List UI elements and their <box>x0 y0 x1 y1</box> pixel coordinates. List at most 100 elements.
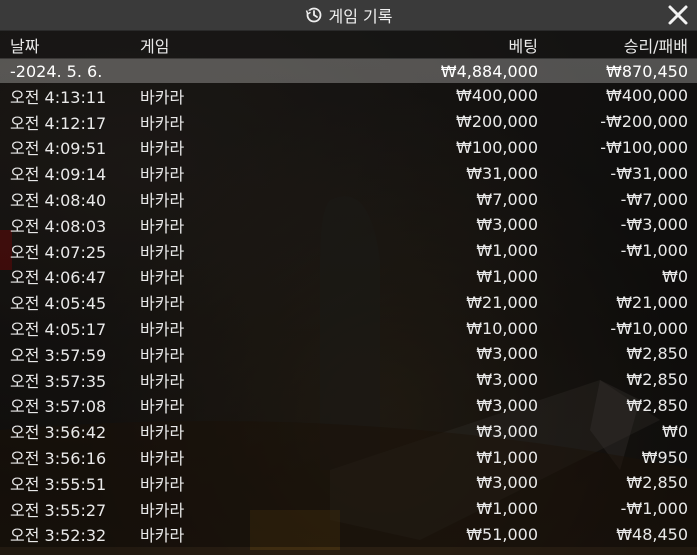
row-bet: ₩1,000 <box>476 499 538 519</box>
table-row[interactable]: 오전 4:07:25 바카라 ₩1,000 -₩1,000 <box>0 237 697 264</box>
row-result: -₩1,000 <box>620 499 688 519</box>
table-header: 날짜 게임 베팅 승리/패배 <box>0 31 697 59</box>
table-row[interactable]: 오전 3:56:16 바카라 ₩1,000 ₩950 <box>0 444 697 470</box>
row-result: ₩2,850 <box>626 473 688 493</box>
row-result: -₩1,000 <box>620 241 688 261</box>
row-game: 바카라 <box>140 371 185 391</box>
row-game: 바카라 <box>140 423 185 443</box>
table-row[interactable]: 오전 3:55:51 바카라 ₩3,000 ₩2,850 <box>0 469 697 496</box>
row-bet: ₩31,000 <box>466 163 538 183</box>
row-bet: ₩10,000 <box>466 318 538 338</box>
row-bet: ₩1,000 <box>476 447 538 467</box>
row-result: -₩100,000 <box>600 137 688 157</box>
row-time: 오전 4:09:51 <box>10 139 107 159</box>
row-game: 바카라 <box>140 191 185 211</box>
row-result: ₩2,850 <box>626 344 688 364</box>
title-group: 게임 기록 <box>305 3 393 27</box>
row-result: ₩2,850 <box>626 370 688 390</box>
column-header-bet[interactable]: 베팅 <box>280 33 538 57</box>
row-time: 오전 4:06:47 <box>10 268 107 288</box>
row-result: -₩10,000 <box>610 318 688 338</box>
table-row[interactable]: 오전 4:06:47 바카라 ₩1,000 ₩0 <box>0 263 697 290</box>
table-row[interactable]: 오전 3:57:59 바카라 ₩3,000 ₩2,850 <box>0 340 697 367</box>
row-time: 오전 4:13:11 <box>10 87 107 107</box>
column-header-result[interactable]: 승리/패배 <box>538 33 688 57</box>
row-bet: ₩400,000 <box>456 86 538 106</box>
row-bet: ₩7,000 <box>476 189 538 209</box>
table-row[interactable]: 오전 4:05:17 바카라 ₩10,000 -₩10,000 <box>0 315 697 341</box>
table-row[interactable]: 오전 3:57:08 바카라 ₩3,000 ₩2,850 <box>0 392 697 419</box>
table-row[interactable]: 오전 3:57:35 바카라 ₩3,000 ₩2,850 <box>0 366 697 393</box>
row-result: ₩950 <box>641 447 688 467</box>
table-row[interactable]: 오전 4:13:11 바카라 ₩400,000 ₩400,000 <box>0 83 697 109</box>
table-row[interactable]: 오전 4:12:17 바카라 ₩200,000 -₩200,000 <box>0 108 697 135</box>
date-group-label: -2024. 5. 6. <box>10 61 103 81</box>
row-result: ₩21,000 <box>616 292 688 312</box>
table-row[interactable]: 오전 4:08:03 바카라 ₩3,000 -₩3,000 <box>0 211 697 238</box>
row-game: 바카라 <box>140 216 185 236</box>
row-time: 오전 4:05:45 <box>10 294 107 314</box>
table-row[interactable]: 오전 3:56:42 바카라 ₩3,000 ₩0 <box>0 418 697 445</box>
row-time: 오전 4:09:14 <box>10 165 107 185</box>
row-time: 오전 3:57:08 <box>10 397 107 417</box>
row-time: 오전 3:55:51 <box>10 474 107 494</box>
row-game: 바카라 <box>140 294 185 314</box>
row-game: 바카라 <box>140 139 185 159</box>
row-time: 오전 4:12:17 <box>10 113 107 133</box>
row-result: ₩400,000 <box>606 86 688 106</box>
title-bar: 게임 기록 <box>0 0 697 31</box>
column-header-date[interactable]: 날짜 <box>0 33 140 57</box>
row-time: 오전 4:05:17 <box>10 320 107 340</box>
row-game: 바카라 <box>140 320 185 340</box>
row-result: -₩31,000 <box>610 163 688 183</box>
row-bet: ₩3,000 <box>476 215 538 235</box>
row-bet: ₩100,000 <box>456 137 538 157</box>
row-game: 바카라 <box>140 268 185 288</box>
date-group-row[interactable]: -2024. 5. 6. ₩4,884,000 ₩870,450 <box>0 59 697 83</box>
row-bet: ₩21,000 <box>466 292 538 312</box>
table-row[interactable]: 오전 4:09:14 바카라 ₩31,000 -₩31,000 <box>0 160 697 187</box>
history-rows: 오전 4:13:11 바카라 ₩400,000 ₩400,000 오전 4:12:17 바… <box>0 83 697 548</box>
row-bet: ₩3,000 <box>476 473 538 493</box>
date-group-bet-total: ₩4,884,000 <box>440 61 538 81</box>
row-result: ₩48,450 <box>616 524 688 544</box>
row-result: -₩3,000 <box>620 215 688 235</box>
table-row[interactable]: 오전 3:55:27 바카라 ₩1,000 -₩1,000 <box>0 495 697 522</box>
row-bet: ₩51,000 <box>466 524 538 544</box>
row-time: 오전 3:56:42 <box>10 423 107 443</box>
row-game: 바카라 <box>140 113 185 133</box>
row-bet: ₩1,000 <box>476 241 538 261</box>
row-game: 바카라 <box>140 87 185 107</box>
row-game: 바카라 <box>140 165 185 185</box>
row-time: 오전 4:07:25 <box>10 242 107 262</box>
row-result: -₩200,000 <box>600 112 688 132</box>
row-time: 오전 4:08:03 <box>10 216 107 236</box>
row-game: 바카라 <box>140 474 185 494</box>
row-game: 바카라 <box>140 500 185 520</box>
row-game: 바카라 <box>140 345 185 365</box>
window-title: 게임 기록 <box>328 7 393 26</box>
row-bet: ₩3,000 <box>476 421 538 441</box>
row-bet: ₩3,000 <box>476 395 538 415</box>
close-icon <box>668 5 688 25</box>
row-game: 바카라 <box>140 397 185 417</box>
row-result: ₩0 <box>662 266 688 286</box>
table-row[interactable]: 오전 4:09:51 바카라 ₩100,000 -₩100,000 <box>0 134 697 161</box>
row-game: 바카라 <box>140 526 185 546</box>
close-button[interactable] <box>667 4 689 26</box>
table-row[interactable]: 오전 4:08:40 바카라 ₩7,000 -₩7,000 <box>0 186 697 212</box>
table-row[interactable]: 오전 4:05:45 바카라 ₩21,000 ₩21,000 <box>0 289 697 316</box>
row-game: 바카라 <box>140 449 185 469</box>
row-bet: ₩1,000 <box>476 266 538 286</box>
row-bet: ₩3,000 <box>476 370 538 390</box>
row-time: 오전 4:08:40 <box>10 191 107 211</box>
row-game: 바카라 <box>140 242 185 262</box>
row-time: 오전 3:57:35 <box>10 371 107 391</box>
table-row[interactable]: 오전 3:52:32 바카라 ₩51,000 ₩48,450 <box>0 521 697 548</box>
row-result: -₩7,000 <box>620 189 688 209</box>
column-header-game[interactable]: 게임 <box>140 33 280 57</box>
row-result: ₩2,850 <box>626 395 688 415</box>
game-history-panel: 게임 기록 날짜 게임 베팅 승리/패배 -2024. 5. 6. ₩4,884… <box>0 0 697 555</box>
date-group-result-total: ₩870,450 <box>606 61 688 81</box>
row-time: 오전 3:57:59 <box>10 345 107 365</box>
